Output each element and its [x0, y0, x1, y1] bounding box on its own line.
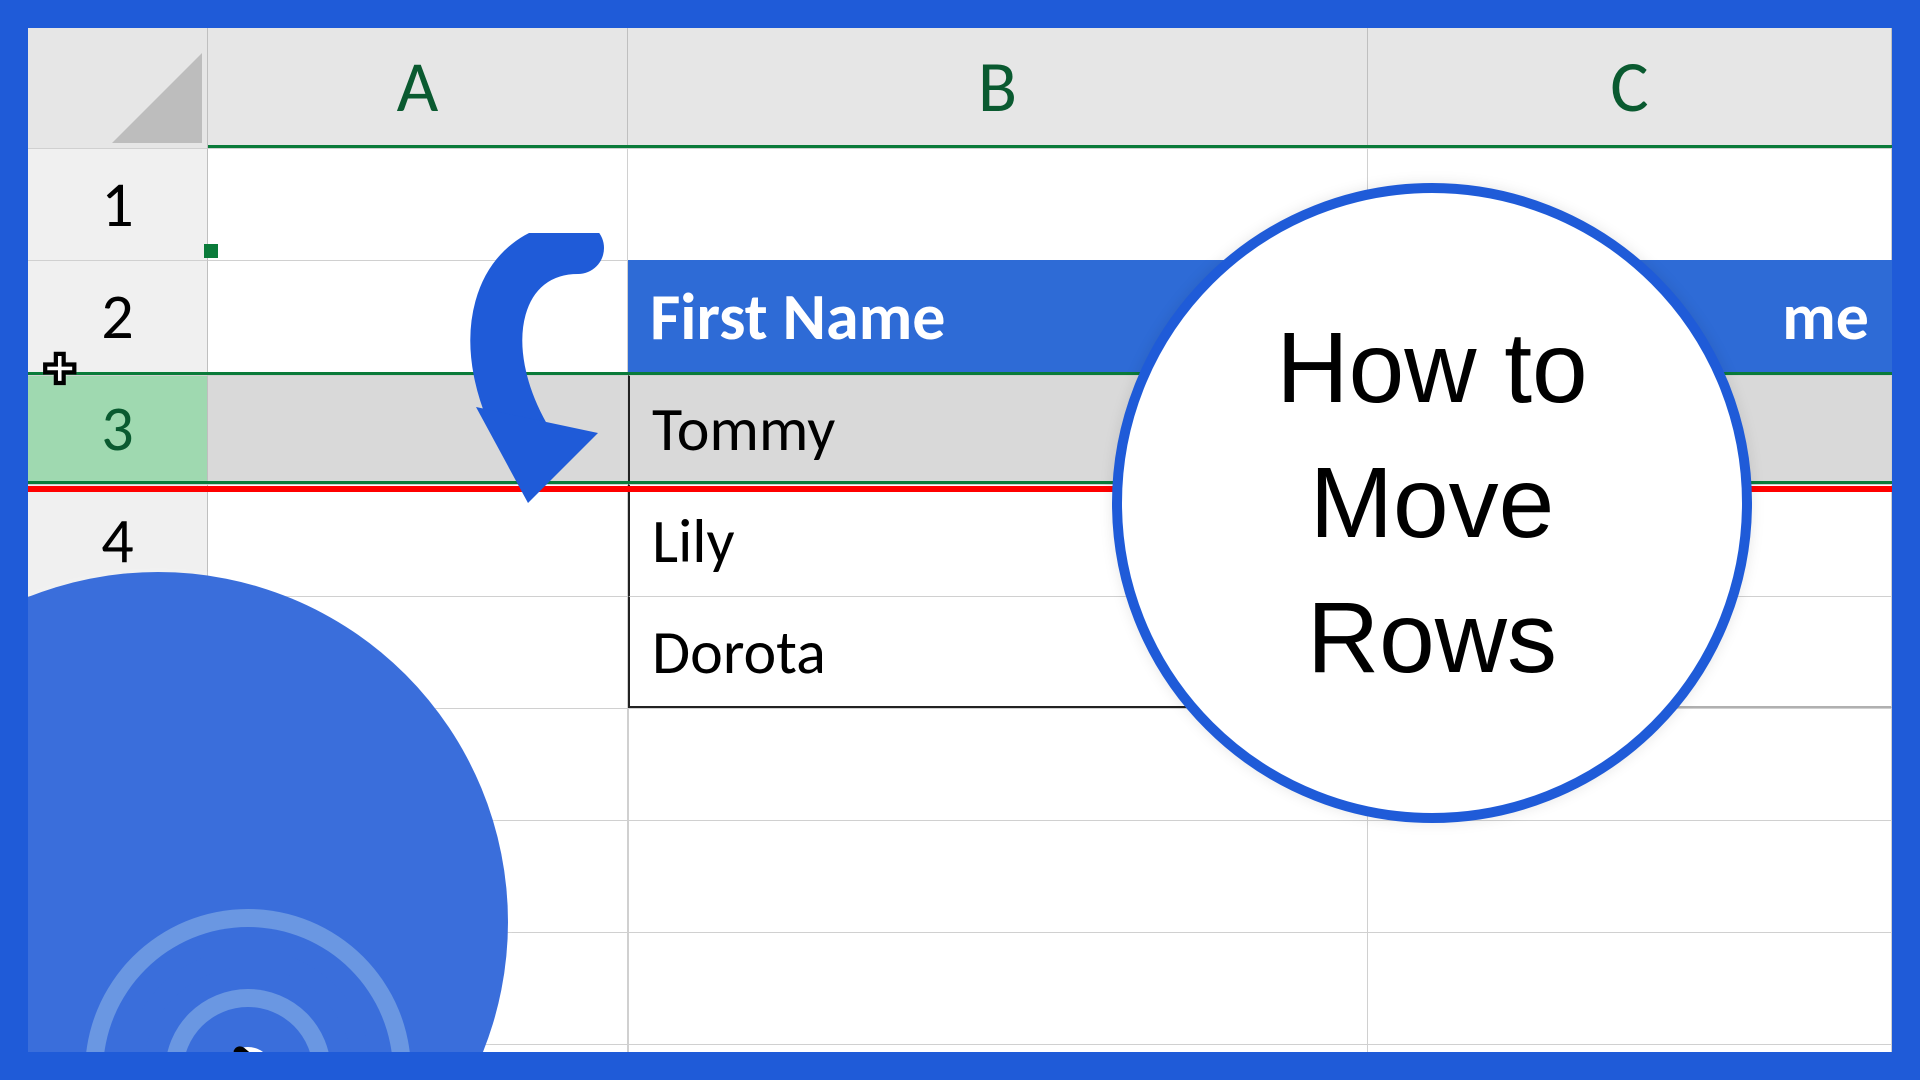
- logo-cursor-icon: [218, 1042, 438, 1052]
- callout-circle: How to Move Rows: [1112, 183, 1752, 823]
- select-all-corner[interactable]: [28, 28, 208, 148]
- thumbnail-frame: A B C 1 2 First Name me 3 Tommy: [0, 0, 1920, 1080]
- cell-blank[interactable]: [1368, 932, 1892, 1044]
- cell-blank[interactable]: [1368, 820, 1892, 932]
- channel-logo: [28, 572, 508, 1052]
- column-header-C[interactable]: C: [1368, 28, 1892, 145]
- column-header-A[interactable]: A: [208, 28, 628, 145]
- column-headers: A B C: [28, 28, 1892, 148]
- row-header-1[interactable]: 1: [28, 148, 208, 260]
- selection-handle[interactable]: [204, 244, 218, 258]
- row-resize-plus-cursor-icon: ✚: [43, 345, 77, 394]
- cell-A1[interactable]: [208, 148, 628, 260]
- cell-A2[interactable]: [208, 260, 628, 372]
- callout-line: Move: [1310, 436, 1555, 571]
- spreadsheet-area: A B C 1 2 First Name me 3 Tommy: [28, 28, 1892, 1052]
- callout-line: How to: [1276, 301, 1587, 436]
- cell-blank[interactable]: [628, 932, 1368, 1044]
- logo-ripples-icon: [108, 932, 388, 1052]
- callout-line: Rows: [1307, 571, 1557, 706]
- cell-blank[interactable]: [1368, 1044, 1892, 1052]
- cell-blank[interactable]: [628, 1044, 1368, 1052]
- cell-A3[interactable]: [208, 375, 628, 481]
- column-header-B[interactable]: B: [628, 28, 1368, 145]
- select-all-triangle-icon: [107, 48, 207, 148]
- cell-blank[interactable]: [628, 820, 1368, 932]
